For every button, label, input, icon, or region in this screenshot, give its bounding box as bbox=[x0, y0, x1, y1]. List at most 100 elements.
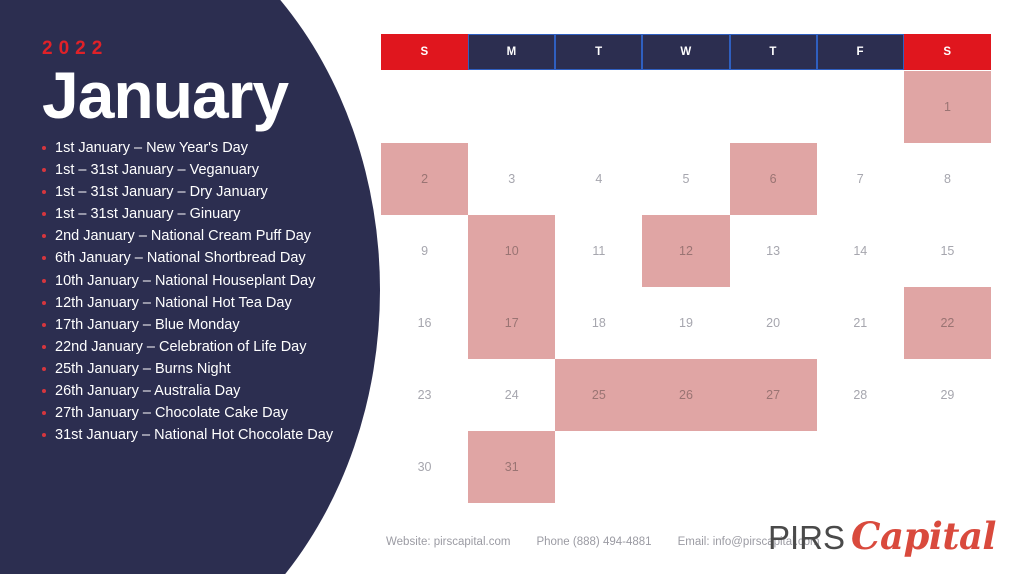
day-number: 27 bbox=[766, 388, 781, 402]
footer-website-label: Website: bbox=[386, 536, 431, 548]
day-number: 23 bbox=[417, 388, 432, 402]
day-number: 7 bbox=[856, 172, 864, 186]
calendar-day-cell[interactable]: 13 bbox=[730, 215, 817, 287]
calendar-empty-cell bbox=[642, 431, 729, 503]
footer-contact-bar: Website: pirscapital.com Phone (888) 494… bbox=[386, 536, 820, 548]
calendar-day-cell[interactable]: 24 bbox=[468, 359, 555, 431]
day-number: 8 bbox=[943, 172, 951, 186]
calendar-day-cell[interactable]: 23 bbox=[381, 359, 468, 431]
day-number: 1 bbox=[943, 100, 951, 114]
day-number: 19 bbox=[679, 316, 693, 330]
calendar-empty-cell bbox=[642, 71, 729, 143]
event-item: 25th January – Burns Night bbox=[42, 358, 348, 380]
calendar-day-cell[interactable]: 12 bbox=[642, 215, 729, 287]
day-of-week-header: T bbox=[729, 34, 817, 70]
calendar-day-cell[interactable]: 30 bbox=[381, 431, 468, 503]
event-item: 17th January – Blue Monday bbox=[42, 314, 348, 336]
footer-phone-label: Phone bbox=[536, 536, 570, 548]
calendar-empty-cell bbox=[468, 71, 555, 143]
event-item: 10th January – National Houseplant Day bbox=[42, 270, 348, 292]
day-number: 12 bbox=[679, 244, 693, 258]
footer-email-label: Email: bbox=[677, 536, 710, 548]
calendar-day-cell[interactable]: 9 bbox=[381, 215, 468, 287]
event-item: 1st – 31st January – Ginuary bbox=[42, 203, 348, 225]
logo-primary-text: PIRS bbox=[767, 519, 846, 556]
day-of-week-header: M bbox=[468, 34, 556, 70]
events-list: 1st January – New Year's Day 1st – 31st J… bbox=[42, 137, 348, 445]
calendar-day-cell[interactable]: 27 bbox=[730, 359, 817, 431]
day-of-week-header-row: SMTWTFS bbox=[381, 34, 991, 70]
calendar-empty-cell bbox=[904, 431, 991, 503]
day-number: 15 bbox=[940, 244, 955, 258]
event-item: 1st – 31st January – Dry January bbox=[42, 181, 348, 203]
calendar-day-cell[interactable]: 16 bbox=[381, 287, 468, 359]
calendar-day-cell[interactable]: 22 bbox=[904, 287, 991, 359]
calendar-day-cell[interactable]: 26 bbox=[642, 359, 729, 431]
event-item: 26th January – Australia Day bbox=[42, 380, 348, 402]
calendar-day-cell[interactable]: 5 bbox=[642, 143, 729, 215]
month-title: January bbox=[42, 58, 289, 132]
calendar-day-cell[interactable]: 28 bbox=[817, 359, 904, 431]
event-item: 31st January – National Hot Chocolate Da… bbox=[42, 424, 348, 446]
event-item: 27th January – Chocolate Cake Day bbox=[42, 402, 348, 424]
day-number: 26 bbox=[679, 388, 693, 402]
day-number: 10 bbox=[504, 244, 519, 258]
day-number: 11 bbox=[592, 244, 606, 258]
day-number: 9 bbox=[421, 244, 429, 258]
day-number: 6 bbox=[769, 172, 777, 186]
calendar-day-cell[interactable]: 1 bbox=[904, 71, 991, 143]
day-of-week-header: T bbox=[555, 34, 643, 70]
day-number: 14 bbox=[853, 244, 868, 258]
footer-phone-value[interactable]: (888) 494-4881 bbox=[573, 536, 652, 548]
calendar-day-cell[interactable]: 6 bbox=[730, 143, 817, 215]
day-number: 22 bbox=[940, 316, 955, 330]
calendar-empty-cell bbox=[555, 431, 642, 503]
calendar-empty-cell bbox=[817, 431, 904, 503]
day-of-week-header: S bbox=[903, 34, 991, 70]
calendar-day-cell[interactable]: 2 bbox=[381, 143, 468, 215]
logo-secondary-text: Capital bbox=[851, 514, 996, 558]
day-number: 28 bbox=[853, 388, 868, 402]
event-item: 12th January – National Hot Tea Day bbox=[42, 292, 348, 314]
calendar-day-cell[interactable]: 15 bbox=[904, 215, 991, 287]
calendar-day-cell[interactable]: 20 bbox=[730, 287, 817, 359]
day-of-week-header: S bbox=[381, 34, 469, 70]
calendar-day-cell[interactable]: 29 bbox=[904, 359, 991, 431]
day-number: 25 bbox=[591, 388, 606, 402]
day-number: 13 bbox=[766, 244, 781, 258]
calendar-day-cell[interactable]: 10 bbox=[468, 215, 555, 287]
calendar-day-cell[interactable]: 14 bbox=[817, 215, 904, 287]
footer-website: Website: pirscapital.com bbox=[386, 536, 510, 548]
calendar-day-cell[interactable]: 19 bbox=[642, 287, 729, 359]
calendar-day-cell[interactable]: 18 bbox=[555, 287, 642, 359]
pirs-capital-logo[interactable]: PIRS Capital bbox=[767, 514, 997, 558]
day-number: 4 bbox=[595, 172, 603, 186]
calendar-day-cell[interactable]: 17 bbox=[468, 287, 555, 359]
footer-phone: Phone (888) 494-4881 bbox=[536, 536, 651, 548]
day-number: 21 bbox=[853, 316, 868, 330]
footer-website-value[interactable]: pirscapital.com bbox=[434, 536, 511, 548]
day-of-week-header: W bbox=[642, 34, 730, 70]
calendar-day-cell[interactable]: 21 bbox=[817, 287, 904, 359]
calendar-page: 20 22 January 1st January – New Year's Da… bbox=[0, 0, 1024, 574]
left-info-panel: 2022 January 1st January – New Year's Da… bbox=[0, 0, 370, 574]
calendar-day-cell[interactable]: 31 bbox=[468, 431, 555, 503]
day-number: 17 bbox=[504, 316, 519, 330]
event-item: 1st January – New Year's Day bbox=[42, 137, 348, 159]
day-number: 16 bbox=[417, 316, 432, 330]
day-number: 29 bbox=[940, 388, 955, 402]
calendar-day-cell[interactable]: 11 bbox=[555, 215, 642, 287]
calendar-day-cell[interactable]: 25 bbox=[555, 359, 642, 431]
calendar-day-cell[interactable]: 3 bbox=[468, 143, 555, 215]
day-number: 18 bbox=[591, 316, 606, 330]
calendar-empty-cell bbox=[730, 71, 817, 143]
calendar-day-cell[interactable]: 4 bbox=[555, 143, 642, 215]
event-item: 6th January – National Shortbread Day bbox=[42, 247, 348, 269]
day-of-week-header: F bbox=[816, 34, 904, 70]
calendar-empty-cell bbox=[555, 71, 642, 143]
day-number: 31 bbox=[504, 460, 519, 474]
calendar-day-cell[interactable]: 7 bbox=[817, 143, 904, 215]
day-number: 2 bbox=[421, 172, 429, 186]
calendar-day-grid: 1 2 3 4 5 6 7 8 9 10 11 12 13 14 15 16 17 18 19 20 21 22 23 24 2… bbox=[381, 71, 991, 503]
calendar-day-cell[interactable]: 8 bbox=[904, 143, 991, 215]
